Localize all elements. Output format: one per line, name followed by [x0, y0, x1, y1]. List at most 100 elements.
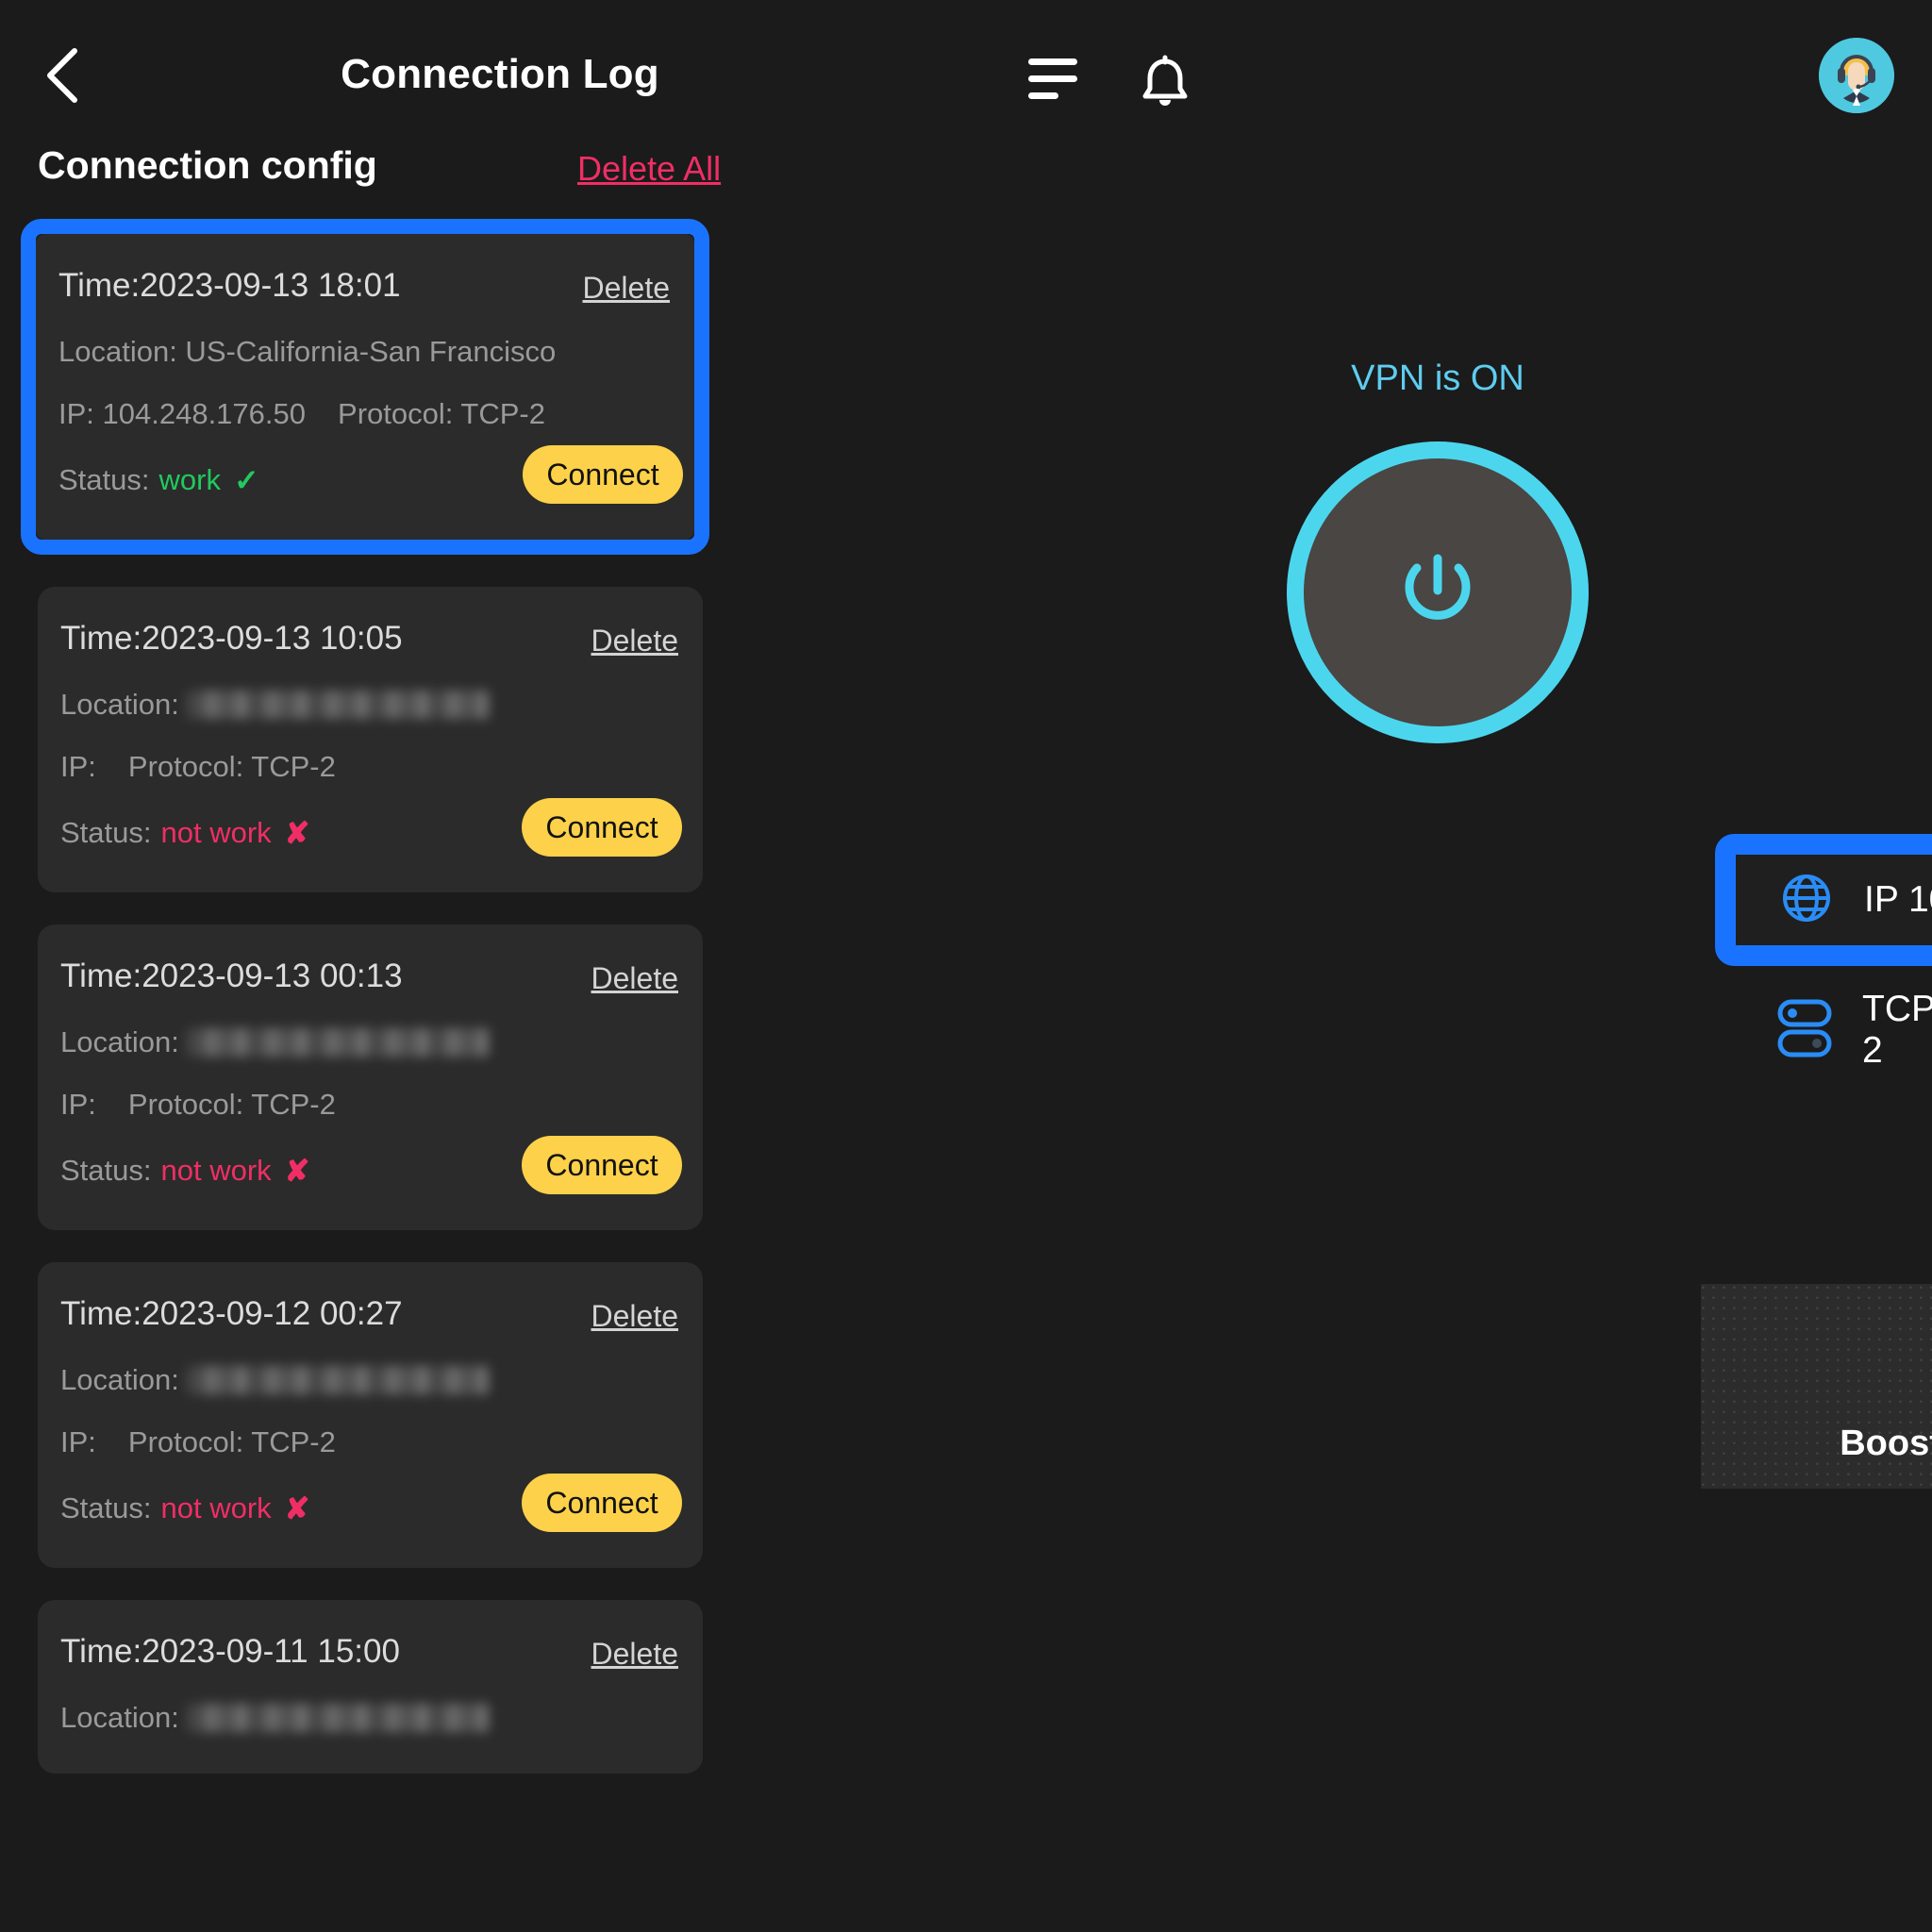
config-card-wrapper: Time:2023-09-11 15:00 Delete Location:	[0, 1600, 943, 1774]
card-time-label: Time:2023-09-13 18:01	[58, 267, 401, 304]
highlight-annotation: Time:2023-09-13 18:01 Delete Location: US-…	[21, 219, 709, 555]
card-status-prefix: Status:	[60, 1491, 152, 1524]
menu-line-2	[1028, 75, 1077, 82]
config-card-wrapper: Time:2023-09-12 00:27 Delete Location: IP: P…	[0, 1262, 943, 1568]
page-title: Connection Log	[341, 51, 659, 97]
card-location-row: Location:	[38, 1349, 703, 1411]
status-badge: work	[158, 463, 221, 496]
redacted-location	[186, 1366, 489, 1394]
vpn-status-text: VPN is ON	[1351, 358, 1524, 398]
status-badge: not work	[160, 1491, 272, 1524]
connect-button[interactable]: Connect	[522, 798, 682, 857]
promo-boost-streaming-label: Boost Streaming	[1840, 1424, 1932, 1463]
menu-line-3	[1028, 92, 1058, 99]
ip-row-label: IP 104.248.176.50	[1864, 879, 1932, 920]
cross-icon: ✘	[284, 1154, 310, 1188]
card-protocol-label: Protocol: TCP-2	[127, 1088, 336, 1121]
card-time-row: Time:2023-09-13 18:01 Delete	[36, 262, 694, 321]
support-agent-avatar[interactable]	[1819, 38, 1894, 113]
card-ip-label: IP: 104.248.176.50	[58, 397, 307, 430]
card-location-label: Location: US-California-San Francisco	[58, 335, 557, 368]
config-card-wrapper: Time:2023-09-13 18:01 Delete Location: US-…	[0, 219, 943, 555]
card-status-row: Status: not work ✘ Connect	[38, 1136, 703, 1206]
connection-config-list[interactable]: Connection config Delete All Time:2023-0…	[0, 140, 943, 1932]
card-time-label: Time:2023-09-12 00:27	[60, 1295, 403, 1332]
connect-button[interactable]: Connect	[522, 1136, 682, 1194]
card-ip-label: IP:	[60, 1088, 96, 1121]
card-location-label: Location:	[60, 688, 179, 721]
card-delete-link[interactable]: Delete	[591, 955, 679, 1002]
ip-row[interactable]: IP 104.248.176.50 ›	[1736, 855, 1932, 945]
power-icon	[1381, 534, 1494, 652]
card-ip-protocol-row: IP: 104.248.176.50 Protocol: TCP-2	[36, 383, 694, 445]
redacted-location	[186, 1028, 489, 1057]
back-button[interactable]	[34, 45, 91, 106]
status-badge: not work	[160, 816, 272, 849]
card-time-row: Time:2023-09-11 15:00 Delete	[38, 1628, 703, 1687]
card-status-prefix: Status:	[60, 816, 152, 849]
app-header: Connection Log	[0, 0, 1932, 140]
config-card[interactable]: Time:2023-09-13 18:01 Delete Location: US-…	[36, 234, 694, 540]
globe-icon	[1781, 873, 1832, 928]
card-location-row: Location:	[38, 1687, 703, 1749]
card-status-row: Status: work ✓ Connect	[36, 445, 694, 515]
chevron-left-icon	[41, 46, 84, 105]
card-delete-link[interactable]: Delete	[583, 264, 671, 311]
promo-boost-streaming[interactable]: Boost Streaming	[1701, 1284, 1932, 1489]
card-location-label: Location:	[60, 1363, 179, 1396]
card-delete-link[interactable]: Delete	[591, 1292, 679, 1340]
cross-icon: ✘	[284, 816, 310, 850]
card-delete-link[interactable]: Delete	[591, 1630, 679, 1677]
hamburger-menu-icon[interactable]	[1028, 58, 1087, 99]
cross-icon: ✘	[284, 1491, 310, 1525]
card-time-row: Time:2023-09-13 10:05 Delete	[38, 615, 703, 674]
card-time-label: Time:2023-09-13 10:05	[60, 620, 403, 657]
vpn-power-button[interactable]	[1287, 441, 1589, 743]
app-screen: Connection Log Connection config Delete …	[0, 0, 1932, 1932]
ip-row-highlight: IP 104.248.176.50 ›	[1715, 834, 1932, 966]
card-location-row: Location:	[38, 674, 703, 736]
card-time-row: Time:2023-09-13 00:13 Delete	[38, 953, 703, 1011]
card-time-label: Time:2023-09-11 15:00	[60, 1633, 400, 1670]
card-ip-label: IP:	[60, 750, 96, 783]
menu-line-1	[1028, 58, 1077, 65]
config-card[interactable]: Time:2023-09-12 00:27 Delete Location: IP: P…	[38, 1262, 703, 1568]
card-location-row: Location: US-California-San Francisco	[36, 321, 694, 383]
config-card[interactable]: Time:2023-09-13 00:13 Delete Location: IP: P…	[38, 924, 703, 1230]
promo-banners: Boost Streaming	[1701, 1284, 1932, 1489]
card-protocol-label: Protocol: TCP-2	[338, 397, 545, 430]
config-card[interactable]: Time:2023-09-13 10:05 Delete Location: IP: P…	[38, 587, 703, 892]
vpn-control-panel: VPN is ON IP 104.248.176.50	[943, 140, 1932, 1932]
notification-bell-icon[interactable]	[1132, 49, 1198, 115]
card-time-row: Time:2023-09-12 00:27 Delete	[38, 1291, 703, 1349]
card-time-label: Time:2023-09-13 00:13	[60, 958, 403, 994]
card-status-prefix: Status:	[58, 463, 150, 496]
config-card[interactable]: Time:2023-09-11 15:00 Delete Location:	[38, 1600, 703, 1774]
card-ip-protocol-row: IP: Protocol: TCP-2	[38, 736, 703, 798]
protocol-row[interactable]: TCP-2 ›	[1777, 989, 1932, 1072]
card-status-row: Status: not work ✘ Connect	[38, 1474, 703, 1543]
card-protocol-label: Protocol: TCP-2	[127, 1425, 336, 1458]
card-delete-link[interactable]: Delete	[591, 617, 679, 664]
card-protocol-label: Protocol: TCP-2	[127, 750, 336, 783]
card-location-row: Location:	[38, 1011, 703, 1074]
protocol-row-label: TCP-2	[1862, 989, 1932, 1071]
card-status-row: Status: not work ✘ Connect	[38, 798, 703, 868]
card-status-prefix: Status:	[60, 1154, 152, 1187]
connect-button[interactable]: Connect	[523, 445, 683, 504]
config-card-wrapper: Time:2023-09-13 10:05 Delete Location: IP: P…	[0, 587, 943, 892]
card-location-label: Location:	[60, 1025, 179, 1058]
section-title: Connection config	[38, 143, 377, 187]
redacted-location	[186, 691, 489, 719]
section-header: Connection config Delete All	[0, 140, 943, 219]
card-location-label: Location:	[60, 1701, 179, 1734]
connect-button[interactable]: Connect	[522, 1474, 682, 1532]
config-card-host: Time:2023-09-13 18:01 Delete Location: US-…	[0, 219, 943, 1774]
card-ip-label: IP:	[60, 1425, 96, 1458]
config-card-wrapper: Time:2023-09-13 00:13 Delete Location: IP: P…	[0, 924, 943, 1230]
check-icon: ✓	[233, 463, 259, 497]
delete-all-link[interactable]: Delete All	[577, 149, 721, 189]
card-ip-protocol-row: IP: Protocol: TCP-2	[38, 1074, 703, 1136]
redacted-location	[186, 1704, 489, 1732]
status-badge: not work	[160, 1154, 272, 1187]
